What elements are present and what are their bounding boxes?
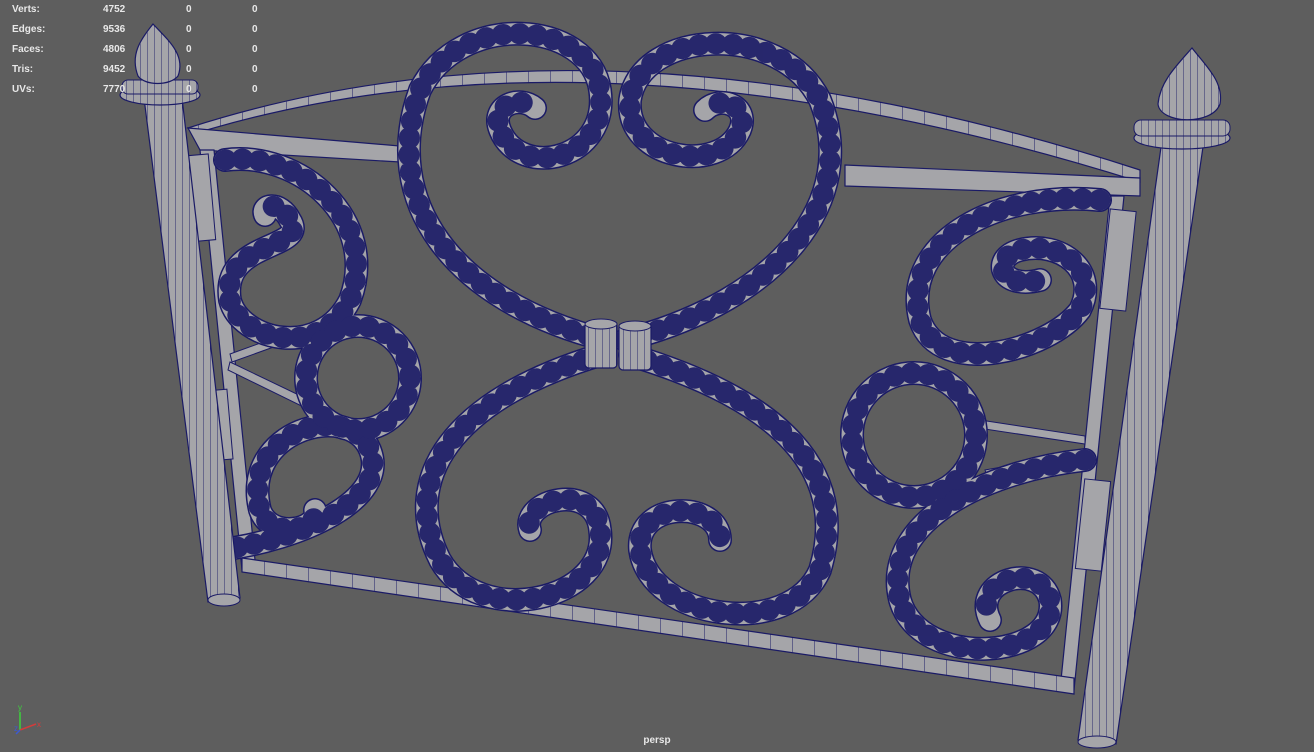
z-axis-label: z (14, 724, 18, 733)
hud-component: 0 (252, 4, 258, 15)
hud-total: 9536 (103, 24, 126, 35)
hud-selected: 0 (186, 44, 192, 55)
hud-component: 0 (252, 24, 258, 35)
hud-selected: 0 (186, 64, 192, 75)
hud-label: UVs: (12, 84, 35, 95)
y-axis-label: y (18, 703, 22, 712)
camera-name-label: persp (643, 735, 671, 746)
hud-label: Edges: (12, 24, 46, 35)
hud-selected: 0 (186, 4, 192, 15)
hud-row: Tris: 9452 0 0 (12, 60, 272, 80)
hud-total: 7770 (103, 84, 126, 95)
hud-row: Edges: 9536 0 0 (12, 20, 272, 40)
hud-row: Faces: 4806 0 0 (12, 40, 272, 60)
hud-row: UVs: 7770 0 0 (12, 80, 272, 100)
hud-selected: 0 (186, 84, 192, 95)
hud-component: 0 (252, 84, 258, 95)
poly-count-hud: Verts: 4752 0 0 Edges: 9536 0 0 Faces: 4806 0 0 Tris… (12, 0, 272, 100)
hud-label: Faces: (12, 44, 44, 55)
x-axis-line (19, 723, 37, 731)
hud-selected: 0 (186, 24, 192, 35)
hud-component: 0 (252, 44, 258, 55)
hud-label: Tris: (12, 64, 34, 75)
x-axis-label: x (37, 720, 41, 729)
hud-total: 9452 (103, 64, 126, 75)
hud-row: Verts: 4752 0 0 (12, 0, 272, 20)
hud-total: 4752 (103, 4, 126, 15)
hud-component: 0 (252, 64, 258, 75)
hud-label: Verts: (12, 4, 40, 15)
hud-total: 4806 (103, 44, 126, 55)
viewport-3d[interactable] (0, 0, 1314, 752)
axis-gizmo-icon: y x z (14, 703, 41, 735)
